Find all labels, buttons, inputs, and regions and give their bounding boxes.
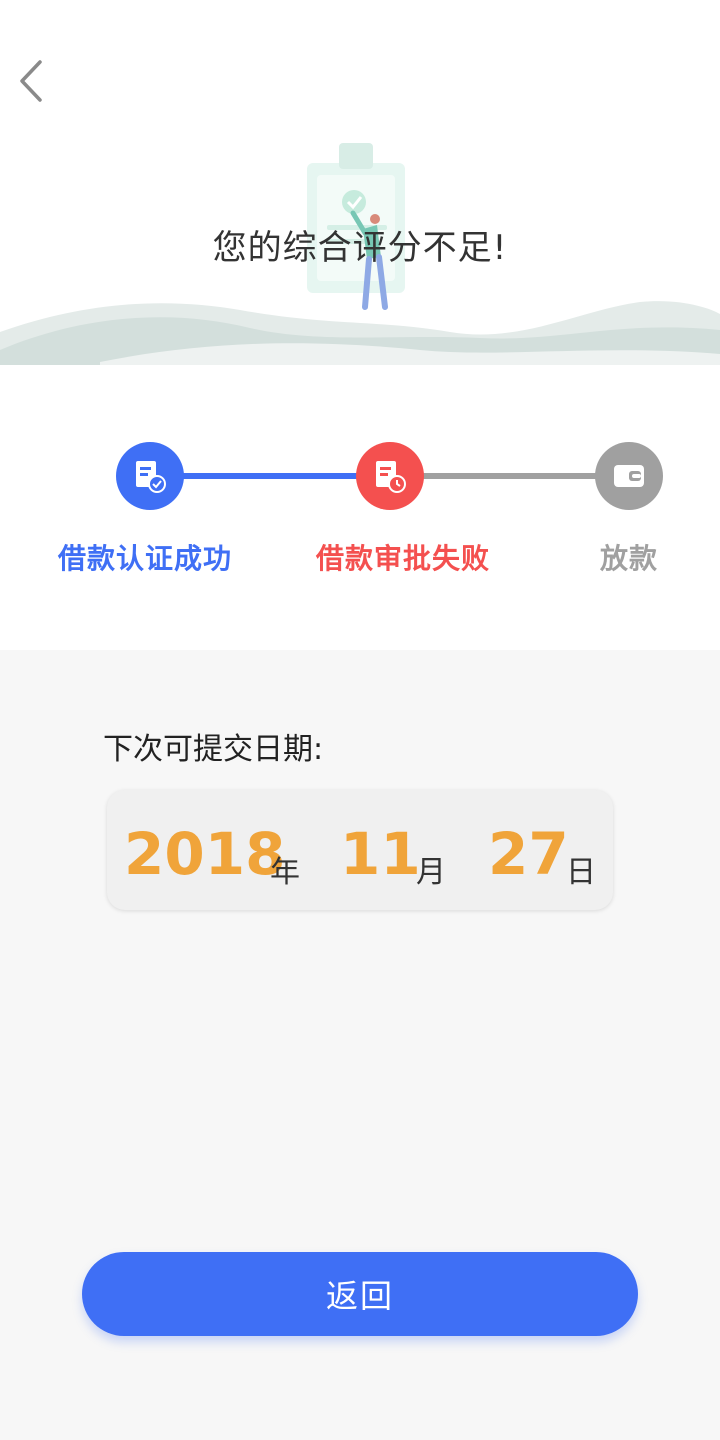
step-2-label: 借款审批失败 <box>316 542 491 575</box>
progress-steps: 借款认证成功 借款审批失败 放款 <box>0 365 720 650</box>
document-clock-icon <box>376 461 406 493</box>
page-title: 您的综合评分不足! <box>212 228 508 268</box>
hills-decoration <box>0 301 720 365</box>
month-unit: 月 <box>416 855 446 890</box>
step-3-label: 放款 <box>600 542 659 575</box>
step-1-label: 借款认证成功 <box>58 542 233 575</box>
day-unit: 日 <box>566 855 596 890</box>
back-button[interactable] <box>12 56 56 106</box>
step-1-circle <box>116 442 184 510</box>
month-value: 11 <box>340 820 421 888</box>
next-submit-label: 下次可提交日期: <box>103 732 324 767</box>
step-2-circle <box>356 442 424 510</box>
chevron-left-icon <box>20 60 42 102</box>
progress-line-pending <box>390 473 630 479</box>
wallet-icon <box>614 465 644 487</box>
year-unit: 年 <box>270 855 300 890</box>
day-value: 27 <box>488 820 569 888</box>
step-3-circle <box>595 442 663 510</box>
document-check-icon <box>136 461 166 493</box>
page: 您的综合评分不足! 借款认证成功 借款审批失败 放款 下次可提交日期: 2018… <box>0 0 720 1440</box>
header-section: 您的综合评分不足! <box>0 0 720 365</box>
return-button[interactable]: 返回 <box>82 1252 638 1336</box>
progress-line-done <box>150 473 390 479</box>
year-value: 2018 <box>124 820 286 888</box>
